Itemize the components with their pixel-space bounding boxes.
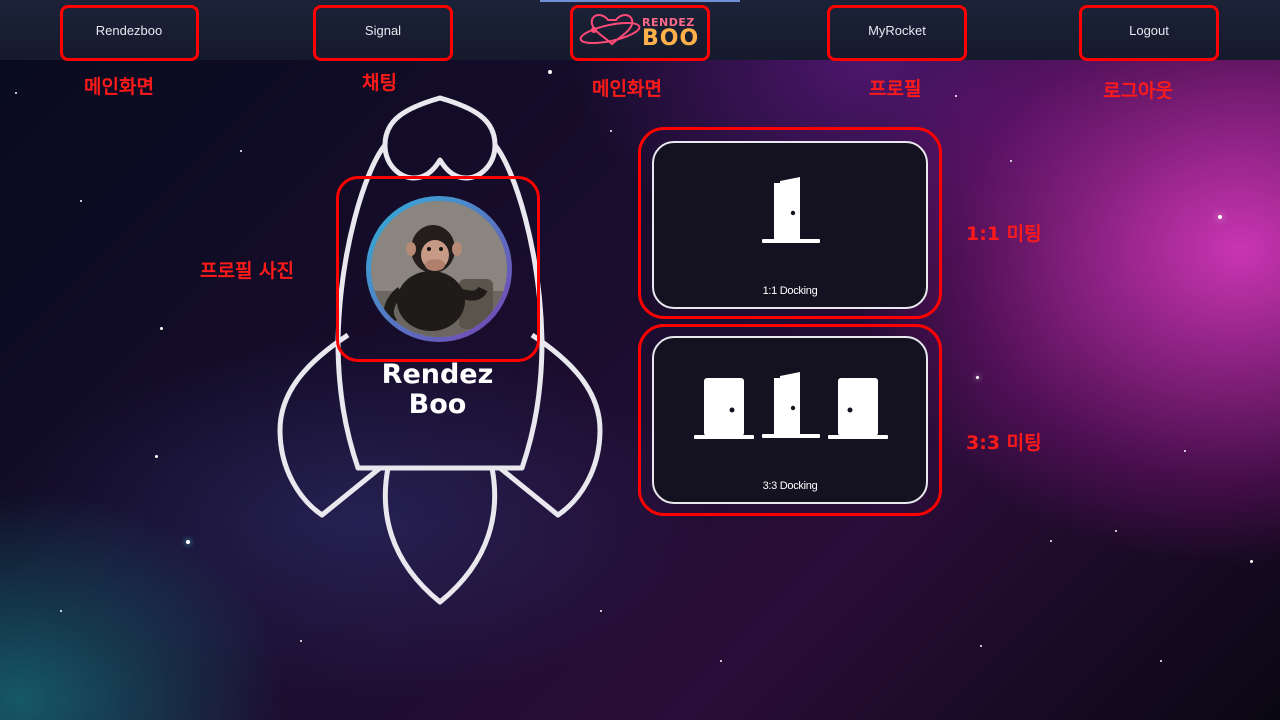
nav-active-indicator	[540, 0, 740, 2]
highlight-myrocket	[827, 5, 967, 61]
highlight-logout	[1079, 5, 1219, 61]
highlight-logo	[570, 5, 710, 61]
annotation-main-screen-left: 메인화면	[84, 76, 154, 98]
highlight-one-to-one-card	[638, 127, 942, 319]
annotation-profile: 프로필	[869, 78, 922, 100]
highlight-signal	[313, 5, 453, 61]
highlight-profile-photo	[336, 176, 540, 362]
rocket-title: Rendez Boo	[370, 360, 505, 420]
annotation-three-to-three-meeting: 3:3 미팅	[966, 432, 1042, 454]
highlight-rendezboo	[60, 5, 199, 61]
highlight-three-to-three-card	[638, 324, 942, 516]
annotation-logout: 로그아웃	[1103, 80, 1173, 102]
annotation-one-to-one-meeting: 1:1 미팅	[966, 223, 1042, 245]
rocket-title-line2: Boo	[408, 389, 467, 420]
rocket-title-line1: Rendez	[381, 359, 494, 390]
annotation-profile-photo: 프로필 사진	[200, 260, 295, 282]
